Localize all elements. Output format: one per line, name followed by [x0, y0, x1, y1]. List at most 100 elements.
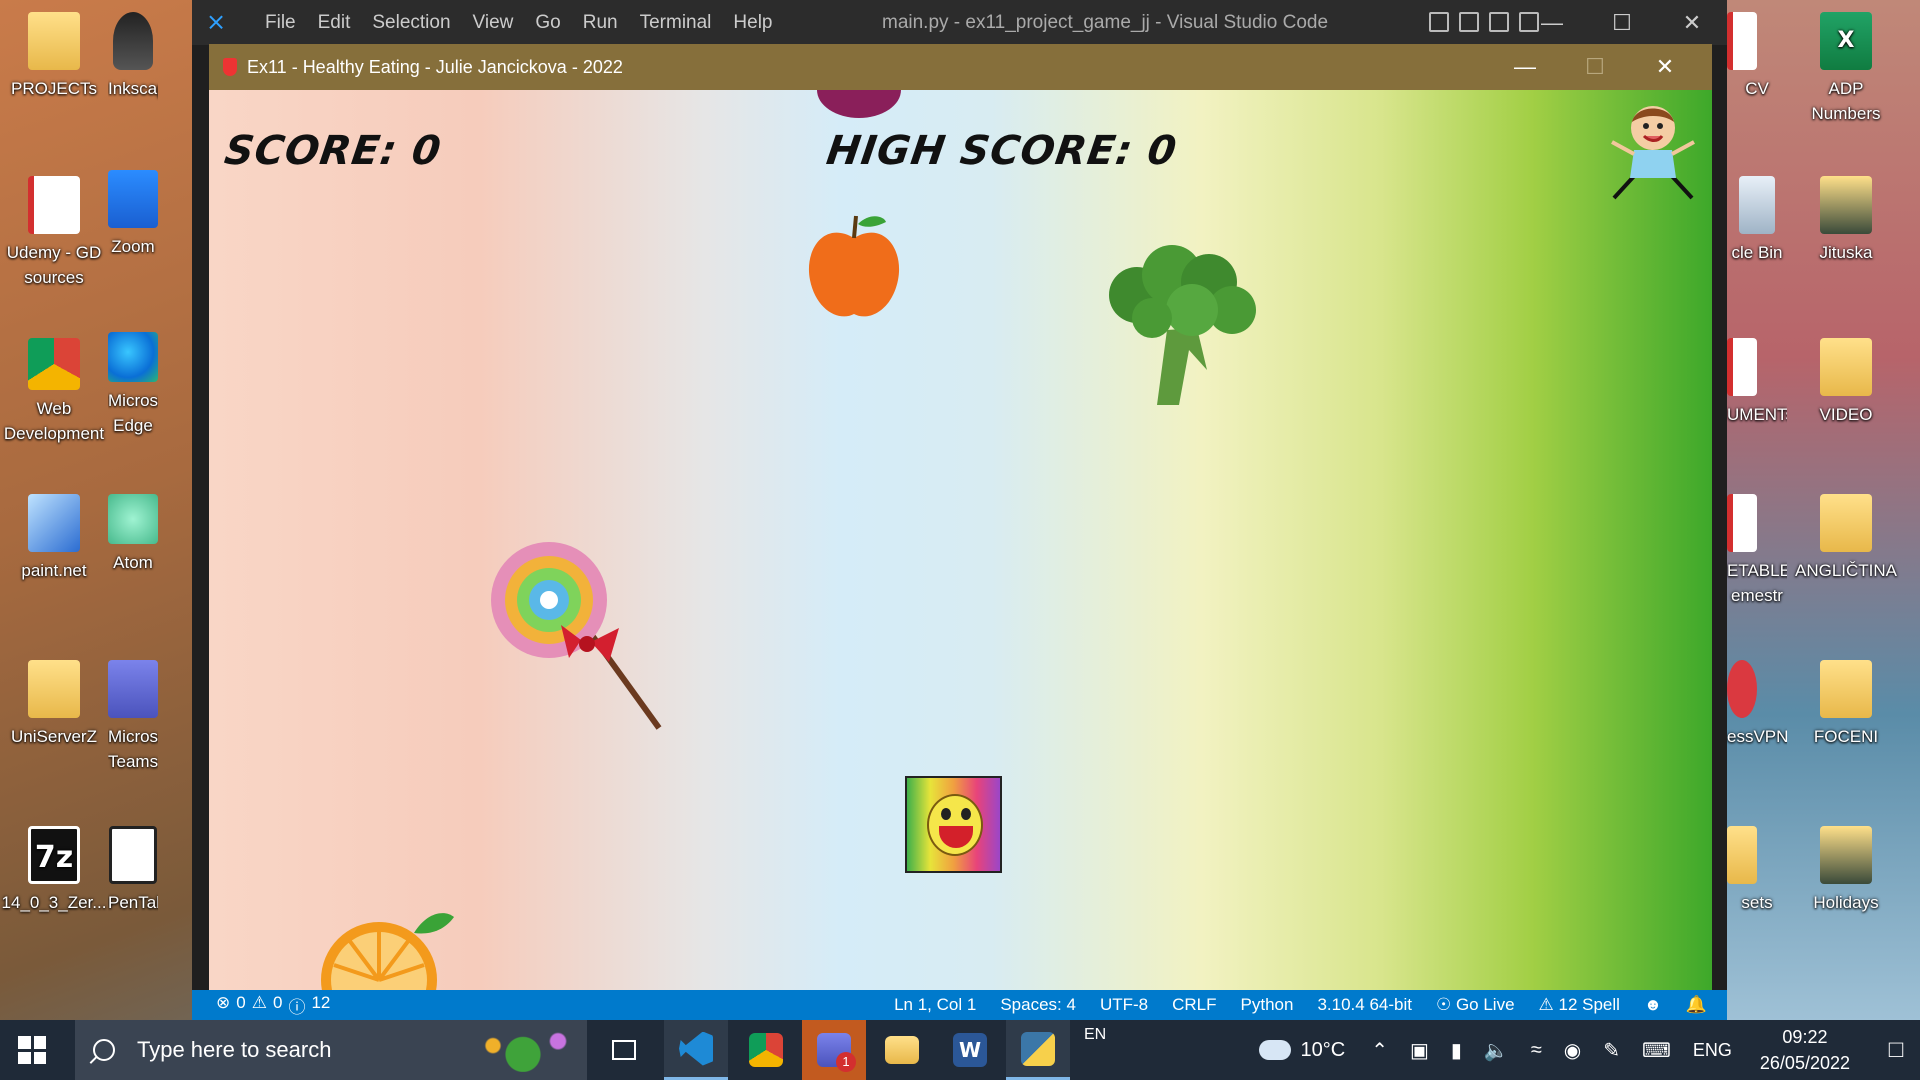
desktop-icon-documents[interactable]: UMENTs [1727, 338, 1787, 427]
desktop-icon-assets[interactable]: sets [1727, 826, 1787, 915]
chevron-up-icon[interactable]: ⌃ [1371, 1038, 1388, 1063]
clock-time: 09:22 [1782, 1027, 1828, 1047]
go-live-button[interactable]: ☉ Go Live [1436, 990, 1515, 1020]
warning-icon: ⚠ [251, 992, 267, 1012]
feedback-icon[interactable]: ☻ [1644, 990, 1662, 1020]
taskbar-teams[interactable]: 1 [802, 1020, 866, 1080]
pen-icon[interactable]: ✎ [1603, 1038, 1620, 1063]
desktop-icon-video[interactable]: VIDEO [1792, 338, 1900, 427]
touch-keyboard-icon[interactable]: ⌨ [1642, 1038, 1671, 1063]
game-window-title: Ex11 - Healthy Eating - Julie Jancickova… [247, 56, 623, 77]
folder-icon [28, 660, 80, 718]
wifi-icon[interactable]: ≈ [1531, 1039, 1542, 1062]
battery-icon[interactable]: ▮ [1451, 1038, 1462, 1063]
desktop-icon-adp-numbers[interactable]: X ADP Numbers [1792, 12, 1900, 126]
volume-icon[interactable]: 🔈 [1484, 1038, 1509, 1063]
paint-icon [28, 494, 80, 552]
desktop-icon-edge[interactable]: Microso Edge [108, 332, 158, 438]
desktop-icon-atom[interactable]: Atom [108, 494, 158, 575]
language-indicator[interactable]: EN [1084, 1026, 1106, 1044]
menu-terminal[interactable]: Terminal [629, 0, 723, 45]
spell-indicator[interactable]: ⚠ 12 Spell [1539, 990, 1620, 1020]
taskbar-python[interactable] [1006, 1020, 1070, 1080]
desktop-icon-label: ANGLIČTINA [1794, 561, 1898, 580]
minimize-icon[interactable]: — [1490, 44, 1560, 90]
desktop-icon-timetable[interactable]: ETABLE emestr [1727, 494, 1787, 608]
clock[interactable]: 09:22 26/05/2022 [1738, 1024, 1872, 1076]
desktop-icon-holidays[interactable]: Holidays [1792, 826, 1900, 915]
atom-icon [108, 494, 158, 544]
notifications-bell-icon[interactable]: 🔔 [1686, 990, 1707, 1020]
app-icon [223, 58, 237, 76]
python-interpreter[interactable]: 3.10.4 64-bit [1317, 990, 1412, 1020]
inkscape-icon [113, 12, 153, 70]
desktop-icon-label: Atom [113, 553, 153, 572]
toggle-panel-icon[interactable] [1459, 12, 1479, 32]
menu-file[interactable]: File [254, 0, 307, 45]
7zip-icon: 7z [28, 826, 80, 884]
encoding[interactable]: UTF-8 [1100, 990, 1148, 1020]
menu-edit[interactable]: Edit [307, 0, 362, 45]
desktop-icon-teams[interactable]: Microso Teams [108, 660, 158, 774]
game-window-controls: — ☐ ✕ [1490, 44, 1700, 90]
boy-character-sprite [1611, 106, 1695, 200]
game-canvas[interactable]: SCORE: 0 HIGH SCORE: 0 [209, 90, 1712, 990]
cursor-position[interactable]: Ln 1, Col 1 [894, 990, 976, 1020]
problems-indicator[interactable]: ⊗ 0 ⚠ 0 ⓘ 12 [192, 993, 330, 1018]
desktop-icon-expressvpn[interactable]: essVPN [1727, 660, 1787, 749]
toggle-sidebar-icon[interactable] [1429, 12, 1449, 32]
desktop-icon-pentablet[interactable]: PenTabletI [108, 826, 158, 915]
weather-temp[interactable]: 10°C [1301, 1039, 1346, 1062]
desktop-icon-recycle-bin[interactable]: cle Bin [1727, 176, 1787, 265]
menu-view[interactable]: View [462, 0, 525, 45]
edge-icon [108, 332, 158, 382]
maximize-icon[interactable]: ☐ [1587, 0, 1657, 45]
menu-go[interactable]: Go [524, 0, 571, 45]
close-icon[interactable]: ✕ [1630, 44, 1700, 90]
zoom-icon [108, 170, 158, 228]
desktop-icon-inkscape[interactable]: Inkscap [108, 12, 158, 101]
desktop-icon-anglictina[interactable]: ANGLIČTINA [1792, 494, 1900, 583]
indentation[interactable]: Spaces: 4 [1000, 990, 1076, 1020]
player-sprite [905, 776, 1002, 873]
menu-selection[interactable]: Selection [361, 0, 461, 45]
desktop-icon-paintnet[interactable]: paint.net [0, 494, 108, 583]
desktop-icon-7zip[interactable]: 7z 14_0_3_Zer... [0, 826, 108, 915]
line-endings[interactable]: CRLF [1172, 990, 1216, 1020]
taskbar-search-box[interactable]: Type here to search [75, 1020, 587, 1080]
desktop-icon-label: CV [1745, 79, 1769, 98]
minimize-icon[interactable]: — [1517, 0, 1587, 45]
vscode-window-controls: — ☐ ✕ [1517, 0, 1727, 45]
desktop-icon-zoom[interactable]: Zoom [108, 170, 158, 259]
desktop-icon-cv[interactable]: CV [1727, 12, 1787, 101]
notification-center-icon[interactable]: □ [1872, 1036, 1920, 1064]
taskbar-vscode[interactable] [664, 1020, 728, 1080]
taskbar-file-explorer[interactable] [870, 1020, 934, 1080]
task-view-icon[interactable] [592, 1020, 656, 1080]
toggle-secondary-sidebar-icon[interactable] [1489, 12, 1509, 32]
desktop-icon-label: ETABLE emestr [1727, 561, 1787, 605]
desktop-icon-label: UniServerZ [11, 727, 97, 746]
keyboard-language[interactable]: ENG [1693, 1040, 1732, 1061]
desktop-icon-projects[interactable]: PROJECTs [0, 12, 108, 101]
network-display-icon[interactable]: ▣ [1410, 1038, 1429, 1063]
desktop-icon-udemy[interactable]: Udemy - GD sources [0, 176, 108, 290]
desktop-icon-label: PenTabletI [108, 893, 158, 912]
folder-icon [28, 12, 80, 70]
menu-run[interactable]: Run [572, 0, 629, 45]
windows-start-icon[interactable] [18, 1036, 46, 1064]
desktop-icon-label: 14_0_3_Zer... [1, 893, 107, 912]
desktop-icon-jituska[interactable]: Jituska [1792, 176, 1900, 265]
desktop-icon-label: Udemy - GD sources [6, 243, 102, 287]
camera-icon[interactable]: ◉ [1564, 1038, 1581, 1063]
desktop-icon-uniserverz[interactable]: UniServerZ [0, 660, 108, 749]
taskbar-chrome[interactable] [734, 1020, 798, 1080]
desktop-icon-web-development[interactable]: Web Development [0, 338, 108, 446]
language-mode[interactable]: Python [1241, 990, 1294, 1020]
maximize-icon: ☐ [1585, 54, 1605, 79]
desktop-icon-label: ADP Numbers [1811, 79, 1881, 123]
close-icon[interactable]: ✕ [1657, 0, 1727, 45]
menu-help[interactable]: Help [722, 0, 783, 45]
taskbar-word[interactable]: W [938, 1020, 1002, 1080]
desktop-icon-foceni[interactable]: FOCENI [1792, 660, 1900, 749]
